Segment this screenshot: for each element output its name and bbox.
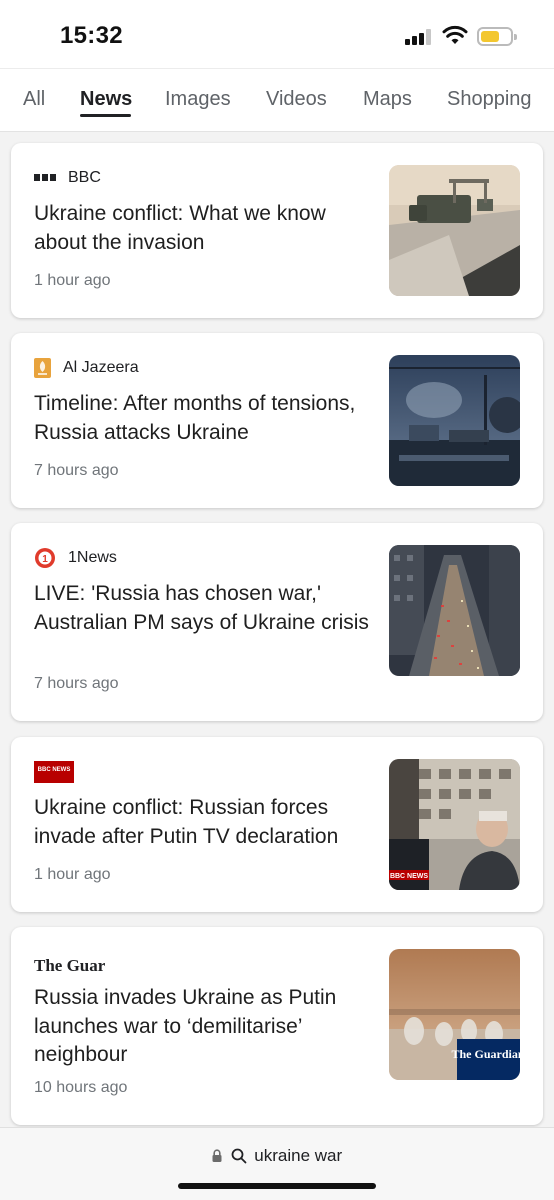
guardian-logo-icon: The Guardian bbox=[34, 956, 106, 975]
al-jazeera-logo-icon bbox=[34, 358, 51, 378]
svg-text:The Guardian: The Guardian bbox=[34, 956, 106, 975]
1news-logo-icon: 1 bbox=[35, 548, 55, 568]
svg-text:BBC NEWS: BBC NEWS bbox=[38, 767, 71, 773]
tab-images[interactable]: Images bbox=[165, 88, 231, 111]
home-indicator[interactable] bbox=[178, 1183, 376, 1189]
active-tab-indicator bbox=[80, 114, 131, 117]
article-thumbnail[interactable] bbox=[389, 545, 520, 676]
article-time: 1 hour ago bbox=[34, 866, 111, 883]
article-title[interactable]: LIVE: 'Russia has chosen war,' Australia… bbox=[34, 580, 369, 637]
source-name: 1News bbox=[68, 549, 117, 566]
article-time: 10 hours ago bbox=[34, 1079, 128, 1096]
svg-text:1: 1 bbox=[42, 554, 48, 565]
article-title[interactable]: Timeline: After months of tensions, Russ… bbox=[34, 390, 369, 447]
article-thumbnail[interactable]: BBC NEWS bbox=[389, 759, 520, 890]
article-thumbnail[interactable] bbox=[389, 165, 520, 296]
article-title[interactable]: Ukraine conflict: What we know about the… bbox=[34, 200, 369, 257]
lock-icon bbox=[212, 1149, 222, 1163]
source-bbc: BBC bbox=[34, 167, 101, 189]
search-type-tabs: All News Images Videos Maps Shopping bbox=[0, 68, 554, 132]
tab-maps[interactable]: Maps bbox=[363, 88, 412, 111]
battery-icon bbox=[477, 27, 517, 46]
source-guardian: The Guardian bbox=[34, 951, 106, 975]
news-card-bbc[interactable]: BBC Ukraine conflict: What we know about… bbox=[11, 143, 543, 318]
search-icon bbox=[231, 1148, 246, 1163]
tab-all[interactable]: All bbox=[23, 88, 45, 111]
tab-shopping[interactable]: Shopping bbox=[447, 88, 532, 111]
article-thumbnail[interactable] bbox=[389, 355, 520, 486]
article-title[interactable]: Russia invades Ukraine as Putin launches… bbox=[34, 984, 369, 1070]
bbc-dots-icon bbox=[34, 174, 56, 181]
address-bar[interactable]: ukraine war bbox=[0, 1145, 554, 1166]
status-bar: 15:32 bbox=[0, 0, 554, 68]
news-card-1news[interactable]: 1 1News LIVE: 'Russia has chosen war,' A… bbox=[11, 523, 543, 721]
thumbnail-overlay-text: The Guardian bbox=[451, 1047, 520, 1061]
wifi-icon bbox=[442, 25, 468, 44]
source-bbc-news: BBC NEWS bbox=[34, 761, 74, 783]
thumbnail-overlay-text: BBC NEWS bbox=[390, 873, 428, 880]
news-card-bbc-news[interactable]: BBC NEWS Ukraine conflict: Russian force… bbox=[11, 737, 543, 912]
address-bar-query: ukraine war bbox=[254, 1145, 343, 1165]
article-time: 7 hours ago bbox=[34, 675, 119, 692]
clock: 15:32 bbox=[60, 22, 123, 49]
tab-videos[interactable]: Videos bbox=[266, 88, 327, 111]
article-time: 7 hours ago bbox=[34, 462, 119, 479]
article-time: 1 hour ago bbox=[34, 272, 111, 289]
browser-bottom-bar: ukraine war bbox=[0, 1127, 554, 1200]
source-1news: 1 1News bbox=[34, 547, 117, 569]
source-al-jazeera: Al Jazeera bbox=[34, 357, 139, 379]
article-thumbnail[interactable]: The Guardian bbox=[389, 949, 520, 1080]
news-card-guardian[interactable]: The Guardian Russia invades Ukraine as P… bbox=[11, 927, 543, 1125]
news-card-al-jazeera[interactable]: Al Jazeera Timeline: After months of ten… bbox=[11, 333, 543, 508]
bbc-news-logo-icon: BBC NEWS bbox=[34, 761, 74, 783]
article-title[interactable]: Ukraine conflict: Russian forces invade … bbox=[34, 794, 369, 851]
tab-news[interactable]: News bbox=[80, 88, 132, 111]
source-name: BBC bbox=[68, 169, 101, 186]
cellular-signal-icon bbox=[405, 29, 433, 45]
source-name: Al Jazeera bbox=[63, 359, 139, 376]
